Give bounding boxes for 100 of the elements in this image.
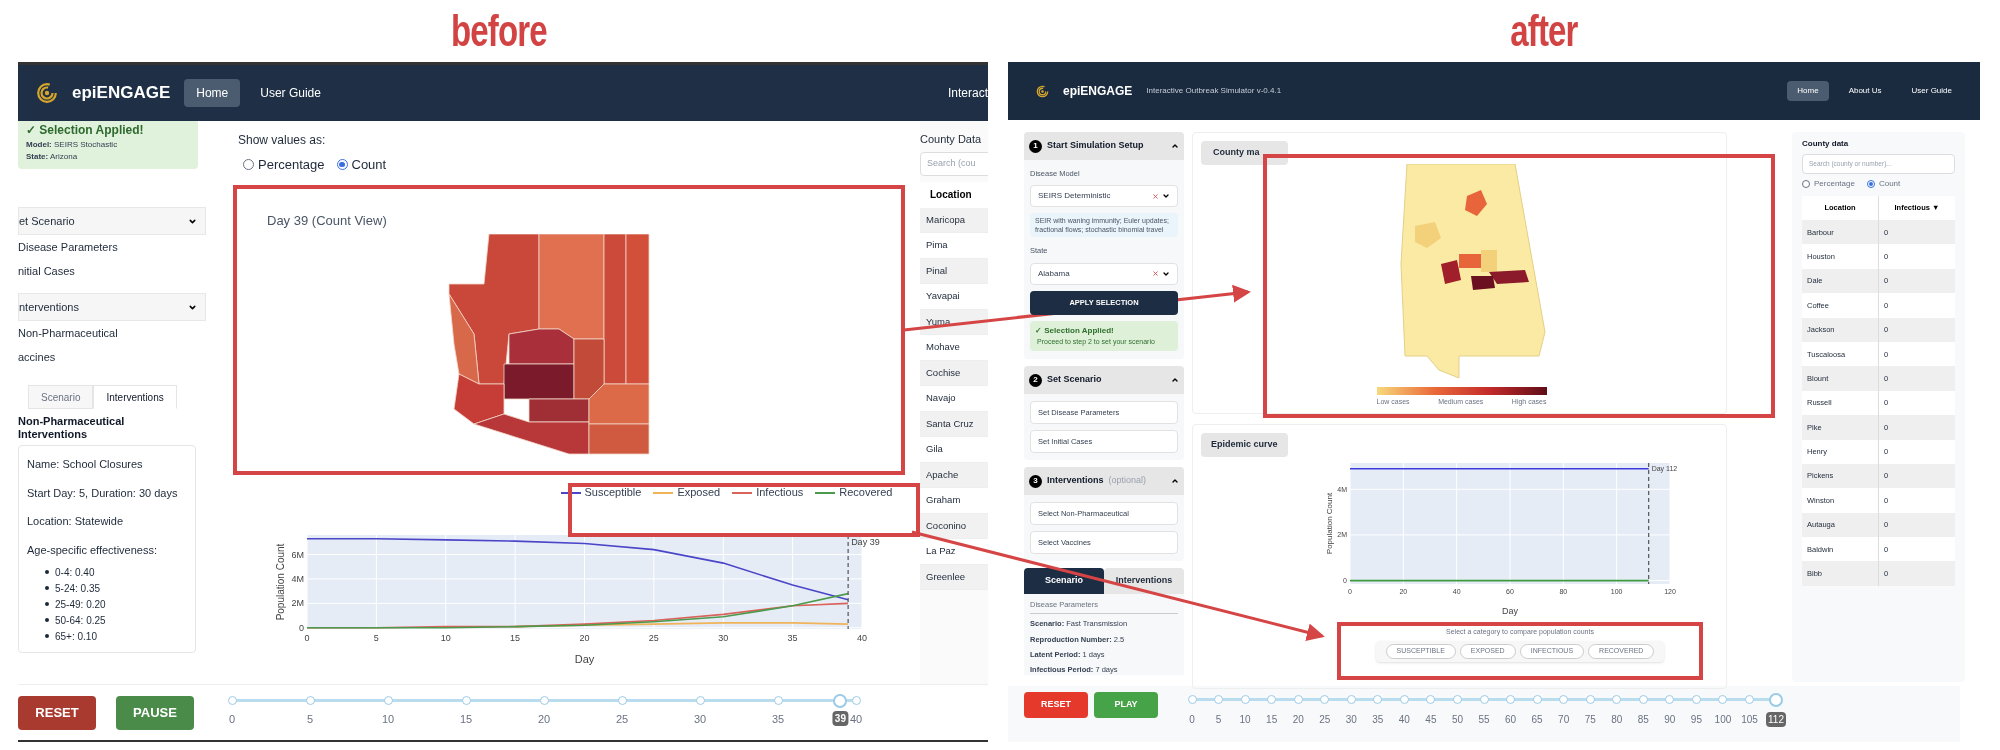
brand-name: epiENGAGE <box>72 82 171 105</box>
slider-tick-label: 5 <box>1215 713 1222 727</box>
table-cell: Yavapai <box>920 284 988 310</box>
axis-tick-label: 6M <box>291 549 304 560</box>
section-title: nterventions <box>19 299 79 315</box>
tab[interactable]: Scenario <box>28 385 94 409</box>
table-cell: Maricopa <box>920 207 988 233</box>
legend-label[interactable]: Exposed <box>677 484 721 501</box>
slider-thumb[interactable] <box>833 694 848 708</box>
notice-text: State: Arizona <box>26 151 79 163</box>
collapse-caret-icon[interactable] <box>1171 142 1179 150</box>
axis-title: Day <box>574 652 594 665</box>
bullet-icon <box>45 586 49 590</box>
slider-tick-label: 15 <box>459 712 473 727</box>
select-field[interactable]: SEIRS Deterministic <box>1030 185 1178 208</box>
slider-tick-label: 70 <box>1558 713 1570 727</box>
slider-tick-label: 10 <box>381 712 395 727</box>
step-header[interactable]: 3 Interventions (optional) <box>1024 467 1184 495</box>
slider-thumb[interactable] <box>1769 693 1783 707</box>
table-cell: Apache <box>920 462 988 488</box>
notice-title: ✓ Selection Applied! <box>26 122 145 139</box>
logo-icon <box>36 82 58 104</box>
slider-tick-label: 10 <box>1239 713 1251 727</box>
table-cell: Pima <box>920 233 988 259</box>
slider-value-badge: 39 <box>832 711 848 726</box>
table-cell: Cochise <box>920 360 988 386</box>
app-subtitle: Interactive Outbreak Simulator v-0.4.1 <box>1146 85 1282 97</box>
bullet-icon <box>45 570 49 574</box>
legend-swatch-icon <box>653 490 674 495</box>
reset-button[interactable]: RESET <box>1024 692 1088 718</box>
step-header[interactable]: 1 Start Simulation Setup <box>1024 132 1184 160</box>
slider-tick-label: 0 <box>228 712 236 727</box>
tab[interactable]: Interventions <box>93 385 177 409</box>
nav-link[interactable]: Home <box>184 79 241 107</box>
axis-title: Population Count <box>1324 492 1334 554</box>
bullet-text: 65+: 0.10 <box>55 629 97 644</box>
tab[interactable]: Interventions <box>1104 568 1184 594</box>
bullet-text: 0-4: 0.40 <box>55 565 95 580</box>
section-item[interactable]: Non-Pharmaceutical <box>18 321 208 345</box>
legend-label[interactable]: Infectious <box>756 484 804 501</box>
slider-tick-label: 90 <box>1664 713 1676 727</box>
slider-tick-label: 20 <box>537 712 551 727</box>
step-suffix: (optional) <box>1108 474 1147 488</box>
step-header[interactable]: 2 Set Scenario <box>1024 366 1184 394</box>
legend-label[interactable]: Recovered <box>839 484 893 501</box>
collapse-caret-icon[interactable] <box>1171 376 1179 384</box>
slider-tick-label: 50 <box>1451 713 1464 727</box>
collapse-caret-icon[interactable] <box>1171 477 1179 485</box>
radio-button[interactable] <box>1866 180 1875 188</box>
axis-tick-label: 4M <box>291 573 304 584</box>
radio-button[interactable] <box>336 159 348 171</box>
radio-label: Percentage <box>1814 178 1855 190</box>
axis-title: Day <box>1501 605 1518 616</box>
axis-tick-label: 10 <box>440 632 451 643</box>
tab[interactable]: Scenario <box>1024 568 1104 594</box>
section-item[interactable]: nitial Cases <box>18 259 208 283</box>
table-cell: Mohave <box>920 335 988 361</box>
notice-text: Model: SEIRS Stochastic <box>26 139 119 151</box>
slider-tick-label: 60 <box>1505 713 1517 727</box>
bullet-icon <box>45 634 49 638</box>
radio-label: Percentage <box>258 156 325 174</box>
slider-tick-label: 45 <box>1425 713 1437 727</box>
axis-title: Population Count <box>274 543 286 620</box>
nav-link[interactable]: Home <box>1787 81 1829 101</box>
bullet-text: 50-64: 0.25 <box>55 613 106 628</box>
detail-text: Age-specific effectiveness: <box>27 542 159 558</box>
radio-button[interactable] <box>1802 180 1810 188</box>
section-item[interactable]: Disease Parameters <box>18 235 208 259</box>
bullet-icon <box>45 618 49 622</box>
table-cell: Pinal <box>920 258 988 284</box>
bullet-text: 5-24: 0.35 <box>55 581 101 596</box>
section-header[interactable]: nterventions <box>18 293 206 321</box>
clear-icon[interactable] <box>1152 270 1159 277</box>
slider-tick-label: 65 <box>1531 713 1543 727</box>
section-item[interactable]: accines <box>18 345 208 369</box>
reset-button[interactable]: RESET <box>18 695 96 730</box>
panel-heading: Non-Pharmaceutical Interventions <box>18 415 126 441</box>
select-field[interactable]: Alabama <box>1030 262 1178 285</box>
radio-label: Count <box>1878 178 1901 190</box>
step-number: 3 <box>1029 474 1042 488</box>
axis-tick-label: 20 <box>579 632 589 643</box>
table-cell: Santa Cruz <box>920 411 988 437</box>
radio-button[interactable] <box>243 159 254 171</box>
nav-link[interactable]: User Guide <box>248 79 333 107</box>
detail-text: Name: School Closures <box>27 457 144 472</box>
axis-tick-label: 0 <box>298 622 304 633</box>
slider-tick-label: 100 <box>1714 713 1732 727</box>
nav-link[interactable]: Interact <box>947 84 988 102</box>
notice-title: ✓ Selection Applied! <box>1035 324 1115 337</box>
column-header[interactable]: Location <box>920 181 988 208</box>
detail-text: Start Day: 5, Duration: 30 days <box>27 485 179 501</box>
slider-tick-label: 15 <box>1266 713 1278 727</box>
nav-link[interactable]: User Guide <box>1901 81 1962 101</box>
legend-label[interactable]: Susceptible <box>584 484 642 501</box>
clear-icon[interactable] <box>1152 192 1159 200</box>
radio-label: Count <box>351 156 387 174</box>
nav-link[interactable]: About Us <box>1838 81 1892 101</box>
section-header[interactable]: et Scenario <box>18 207 206 235</box>
slider-tick-label: 25 <box>1319 713 1331 727</box>
play-button[interactable]: PAUSE <box>116 695 194 730</box>
